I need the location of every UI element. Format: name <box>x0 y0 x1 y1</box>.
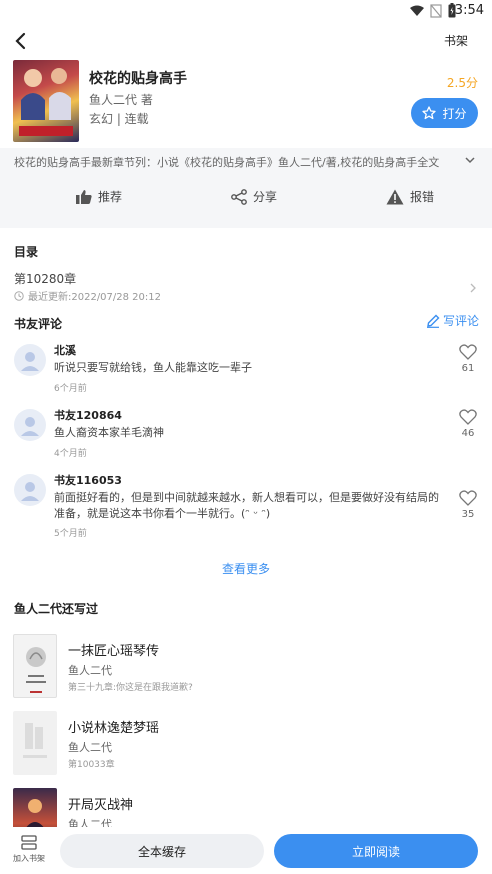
book-category: 玄幻 | 连载 <box>89 112 149 126</box>
rate-label: 打分 <box>442 106 467 121</box>
rate-button[interactable]: 打分 <box>411 98 478 128</box>
comment-time: 5个月前 <box>54 529 87 539</box>
cover-art-illustration <box>26 647 46 693</box>
action-row: 推荐 分享 报错 <box>0 186 492 212</box>
avatar[interactable] <box>14 474 46 506</box>
read-now-button[interactable]: 立即阅读 <box>274 834 478 868</box>
status-time: 3:54 <box>454 3 484 18</box>
update-time: 最近更新:2022/07/28 20:12 <box>28 292 162 303</box>
read-now-label: 立即阅读 <box>351 844 400 859</box>
cache-all-button[interactable]: 全本缓存 <box>60 834 264 868</box>
related-book-title: 一抹匠心瑶琴传 <box>68 644 160 659</box>
recommend-label: 推荐 <box>98 190 123 204</box>
top-bar: 书架 <box>0 24 492 58</box>
bookshelf-icon <box>21 835 37 850</box>
book-cover <box>13 634 57 698</box>
status-bar: 3:54 <box>0 0 492 24</box>
related-book-author: 鱼人二代 <box>68 741 112 754</box>
book-score: 2.5分 <box>446 76 478 90</box>
author-books-heading: 鱼人二代还写过 <box>14 602 99 616</box>
related-book-chapter: 第三十九章:你这是在跟我道歉? <box>68 683 193 693</box>
write-comment-button[interactable]: 写评论 <box>426 312 479 329</box>
bottom-action-bar: 加入书架 全本缓存 立即阅读 <box>0 827 492 874</box>
pencil-icon <box>426 314 440 328</box>
comment-item: 书友120864 鱼人裔资本家羊毛滴神 4个月前 46 <box>0 407 492 467</box>
book-author[interactable]: 鱼人二代 著 <box>89 91 153 108</box>
like-button[interactable]: 35 <box>458 490 478 520</box>
chevron-down-icon[interactable] <box>464 154 476 166</box>
intro-panel: 校花的贴身高手最新章节列：小说《校花的贴身高手》鱼人二代/著,校花的贴身高手全文… <box>0 148 492 228</box>
comment-user[interactable]: 书友116053 <box>54 472 122 488</box>
comment-user[interactable]: 书友120864 <box>54 407 122 423</box>
comment-text: 前面挺好看的，但是到中间就越来越水，新人想看可以，但是要做好没有结局的准备，就是… <box>54 491 439 520</box>
share-button[interactable]: 分享 <box>231 188 277 205</box>
comment-item: 北溪 听说只要写就给钱，鱼人能靠这吃一辈子 6个月前 61 <box>0 342 492 402</box>
avatar[interactable] <box>14 344 46 376</box>
heart-icon <box>459 409 477 425</box>
no-signal-icon <box>430 4 442 18</box>
thumbs-up-icon <box>76 190 92 204</box>
book-intro[interactable]: 校花的贴身高手最新章节列：小说《校花的贴身高手》鱼人二代/著,校花的贴身高手全文 <box>14 154 464 170</box>
comment-time: 4个月前 <box>54 449 87 459</box>
avatar[interactable] <box>14 409 46 441</box>
toc-heading: 目录 <box>14 245 39 259</box>
book-cover <box>13 60 79 142</box>
related-book-item[interactable]: 小说林逸楚梦瑶 鱼人二代 第10033章 <box>0 711 492 781</box>
write-comment-label: 写评论 <box>442 314 479 328</box>
heart-icon <box>459 344 477 360</box>
wifi-icon <box>410 5 424 16</box>
back-arrow-icon[interactable] <box>8 28 34 54</box>
view-more-link[interactable]: 查看更多 <box>0 560 492 577</box>
comment-time: 6个月前 <box>54 384 87 394</box>
user-avatar-icon <box>21 352 39 371</box>
book-info: 校花的贴身高手 鱼人二代 著 玄幻 | 连载 2.5分 打分 <box>0 58 492 148</box>
heart-icon <box>459 490 477 506</box>
cache-all-label: 全本缓存 <box>137 844 186 859</box>
like-button[interactable]: 46 <box>458 409 478 439</box>
book-title: 校花的贴身高手 <box>89 71 187 87</box>
star-icon <box>422 106 437 120</box>
add-to-shelf-button[interactable]: 加入书架 <box>8 835 50 864</box>
related-book-author: 鱼人二代 <box>68 664 112 677</box>
book-cover <box>13 711 57 775</box>
bookshelf-link[interactable]: 书架 <box>444 32 468 49</box>
like-count: 35 <box>461 509 475 520</box>
report-button[interactable]: 报错 <box>386 188 434 205</box>
chevron-right-icon[interactable] <box>468 283 478 293</box>
like-count: 46 <box>461 428 475 439</box>
clock-icon <box>14 290 24 301</box>
related-book-item[interactable]: 一抹匠心瑶琴传 鱼人二代 第三十九章:你这是在跟我道歉? <box>0 634 492 704</box>
related-book-title: 开局灭战神 <box>68 798 134 813</box>
placeholder-book-icon <box>23 723 47 758</box>
add-to-shelf-label: 加入书架 <box>13 854 45 863</box>
comment-text: 鱼人裔资本家羊毛滴神 <box>54 426 164 439</box>
cover-art-illustration <box>19 68 73 136</box>
warning-icon <box>386 189 404 204</box>
comments-heading: 书友评论 <box>14 317 63 331</box>
recommend-button[interactable]: 推荐 <box>76 188 122 205</box>
update-info: 最近更新:2022/07/28 20:12 <box>14 288 161 303</box>
related-book-chapter: 第10033章 <box>68 760 115 770</box>
comment-text: 听说只要写就给钱，鱼人能靠这吃一辈子 <box>54 361 252 374</box>
related-book-title: 小说林逸楚梦瑶 <box>68 721 160 736</box>
user-avatar-icon <box>21 482 39 501</box>
report-label: 报错 <box>410 190 435 204</box>
like-button[interactable]: 61 <box>458 344 478 374</box>
share-icon <box>231 188 247 205</box>
like-count: 61 <box>461 363 475 374</box>
share-label: 分享 <box>253 190 278 204</box>
comment-item: 书友116053 前面挺好看的，但是到中间就越来越水，新人想看可以，但是要做好没… <box>0 472 492 542</box>
latest-chapter[interactable]: 第10280章 <box>14 270 76 287</box>
user-avatar-icon <box>21 417 39 436</box>
comment-user[interactable]: 北溪 <box>54 342 76 358</box>
